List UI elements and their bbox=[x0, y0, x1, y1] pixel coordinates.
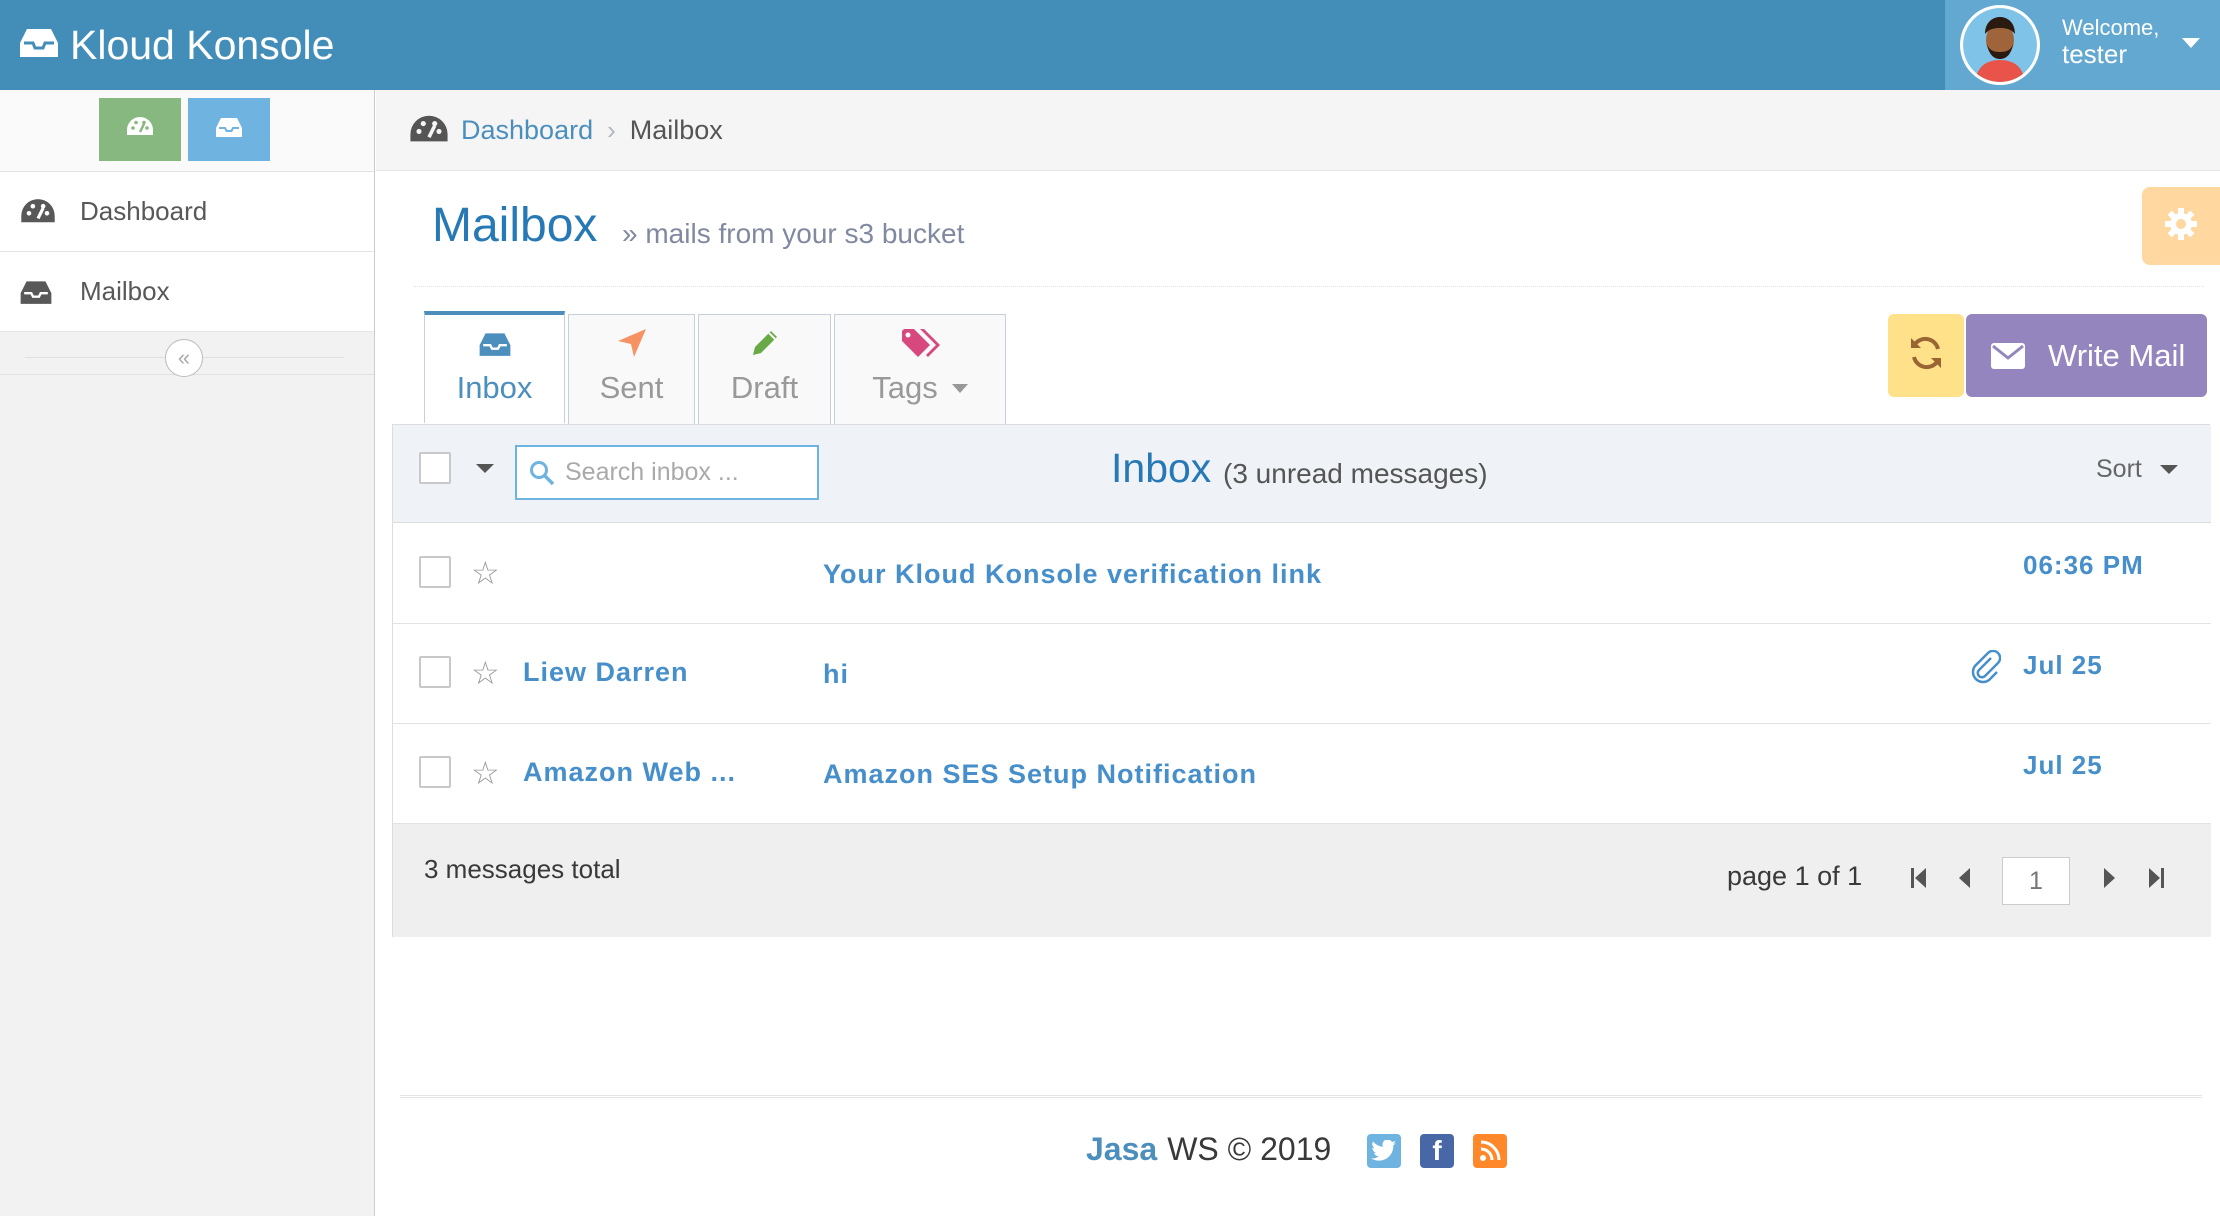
message-subject[interactable]: Your Kloud Konsole verification link bbox=[823, 559, 1322, 590]
divider bbox=[400, 1095, 2202, 1098]
tab-label: Draft bbox=[730, 370, 799, 405]
envelope-icon bbox=[1990, 342, 2026, 370]
first-page-icon[interactable] bbox=[1909, 866, 1929, 890]
inbox-icon bbox=[479, 329, 511, 365]
message-checkbox[interactable] bbox=[419, 656, 451, 688]
sidebar-shortcuts bbox=[0, 90, 374, 172]
message-total: 3 messages total bbox=[424, 854, 621, 884]
shortcut-dashboard-button[interactable] bbox=[99, 98, 181, 161]
star-icon[interactable]: ☆ bbox=[471, 654, 500, 692]
caret-down-icon bbox=[2159, 465, 2178, 474]
avatar bbox=[1960, 5, 2040, 85]
tachometer-icon bbox=[20, 197, 60, 227]
tab-inbox[interactable]: Inbox bbox=[424, 311, 565, 423]
sidebar: Dashboard Mailbox « bbox=[0, 90, 375, 1216]
breadcrumb-current: Mailbox bbox=[629, 114, 723, 145]
unread-count: (3 unread messages) bbox=[1223, 458, 1488, 489]
gear-icon bbox=[2163, 206, 2199, 247]
footer-brand: Jasa bbox=[1086, 1131, 1158, 1167]
pencil-icon bbox=[749, 327, 781, 367]
select-all-checkbox[interactable] bbox=[419, 452, 451, 484]
message-row[interactable]: ☆ Your Kloud Konsole verification link 0… bbox=[393, 524, 2211, 624]
last-page-icon[interactable] bbox=[2146, 866, 2166, 890]
refresh-button[interactable] bbox=[1888, 314, 1964, 397]
sidebar-collapse: « bbox=[0, 333, 374, 377]
footer-credits: Jasa WS © 2019 bbox=[1086, 1131, 1331, 1168]
message-sender[interactable]: Amazon Web ... bbox=[523, 757, 736, 788]
tachometer-icon bbox=[126, 116, 154, 143]
sidebar-item-dashboard[interactable]: Dashboard bbox=[0, 172, 374, 252]
write-mail-label: Write Mail bbox=[2048, 337, 2186, 373]
tab-label: Tags bbox=[872, 370, 938, 405]
message-list-toolbar: Inbox (3 unread messages) Sort bbox=[393, 425, 2211, 523]
message-time: Jul 25 bbox=[2023, 750, 2103, 780]
message-row[interactable]: ☆ Liew Darren hi Jul 25 bbox=[393, 624, 2211, 724]
caret-down-icon bbox=[951, 383, 968, 393]
twitter-icon[interactable] bbox=[1367, 1134, 1401, 1168]
sort-button[interactable]: Sort bbox=[2096, 455, 2178, 484]
search-box bbox=[515, 445, 819, 500]
next-page-icon[interactable] bbox=[2101, 866, 2117, 890]
message-checkbox[interactable] bbox=[419, 556, 451, 588]
divider bbox=[414, 286, 2204, 287]
sidebar-item-mailbox[interactable]: Mailbox bbox=[0, 252, 374, 332]
message-subject[interactable]: Amazon SES Setup Notification bbox=[823, 759, 1257, 790]
page-subtitle: » mails from your s3 bucket bbox=[622, 218, 965, 249]
facebook-icon[interactable]: f bbox=[1420, 1134, 1454, 1168]
sort-label: Sort bbox=[2096, 455, 2142, 483]
user-name: tester bbox=[2062, 39, 2128, 69]
tachometer-icon bbox=[409, 114, 449, 146]
collapse-sidebar-button[interactable]: « bbox=[165, 339, 203, 377]
user-menu[interactable]: Welcome, tester bbox=[1945, 0, 2220, 90]
refresh-icon bbox=[1907, 334, 1945, 377]
message-list: Inbox (3 unread messages) Sort ☆ Your Kl… bbox=[392, 424, 2211, 937]
page-label: page 1 of 1 bbox=[1727, 861, 1863, 891]
footer-copyright: WS © 2019 bbox=[1167, 1131, 1332, 1167]
write-mail-button[interactable]: Write Mail bbox=[1966, 314, 2207, 397]
navbar: Kloud Konsole Welcome, tester bbox=[0, 0, 2220, 90]
message-row[interactable]: ☆ Amazon Web ... Amazon SES Setup Notifi… bbox=[393, 724, 2211, 824]
tab-sent[interactable]: Sent bbox=[568, 314, 695, 425]
inbox-icon bbox=[216, 116, 242, 143]
app-title: Kloud Konsole bbox=[70, 21, 335, 68]
message-checkbox[interactable] bbox=[419, 756, 451, 788]
previous-page-icon[interactable] bbox=[1957, 866, 1973, 890]
tab-draft[interactable]: Draft bbox=[698, 314, 831, 425]
brand-link[interactable]: Kloud Konsole bbox=[20, 18, 334, 72]
sidebar-item-label: Mailbox bbox=[80, 276, 170, 306]
double-chevron-left-icon: « bbox=[177, 345, 191, 370]
page-number-input[interactable] bbox=[2002, 857, 2070, 905]
breadcrumb-home-link[interactable]: Dashboard bbox=[461, 115, 593, 146]
tab-label: Sent bbox=[599, 370, 664, 405]
tab-label: Inbox bbox=[456, 370, 533, 405]
caret-down-icon bbox=[2182, 38, 2200, 48]
welcome-greeting: Welcome, bbox=[2062, 15, 2160, 40]
chevron-right-icon: › bbox=[607, 114, 616, 145]
paperclip-icon bbox=[1971, 649, 2002, 689]
message-time: 06:36 PM bbox=[2023, 550, 2144, 580]
tab-tags[interactable]: Tags bbox=[834, 314, 1006, 425]
list-title: Inbox bbox=[1111, 445, 1212, 491]
shortcut-mailbox-button[interactable] bbox=[188, 98, 270, 161]
breadcrumb: Dashboard › Mailbox bbox=[376, 90, 2220, 171]
inbox-icon bbox=[20, 279, 60, 305]
page-title: Mailbox bbox=[432, 199, 598, 252]
message-list-footer: 3 messages total page 1 of 1 bbox=[393, 824, 2211, 937]
search-input[interactable] bbox=[565, 458, 805, 487]
star-icon[interactable]: ☆ bbox=[471, 554, 500, 592]
sidebar-item-label: Dashboard bbox=[80, 196, 208, 226]
rss-icon[interactable] bbox=[1473, 1134, 1507, 1168]
tags-icon bbox=[900, 327, 940, 367]
select-options-caret-icon[interactable] bbox=[476, 464, 494, 473]
message-sender[interactable]: Liew Darren bbox=[523, 657, 689, 688]
inbox-icon bbox=[20, 27, 58, 64]
star-icon[interactable]: ☆ bbox=[471, 754, 500, 792]
welcome-text: Welcome, tester bbox=[2062, 14, 2159, 68]
search-icon bbox=[529, 460, 555, 486]
message-time: Jul 25 bbox=[2023, 650, 2103, 680]
location-arrow-icon bbox=[616, 327, 648, 367]
message-subject[interactable]: hi bbox=[823, 659, 849, 690]
settings-button[interactable] bbox=[2142, 187, 2220, 265]
